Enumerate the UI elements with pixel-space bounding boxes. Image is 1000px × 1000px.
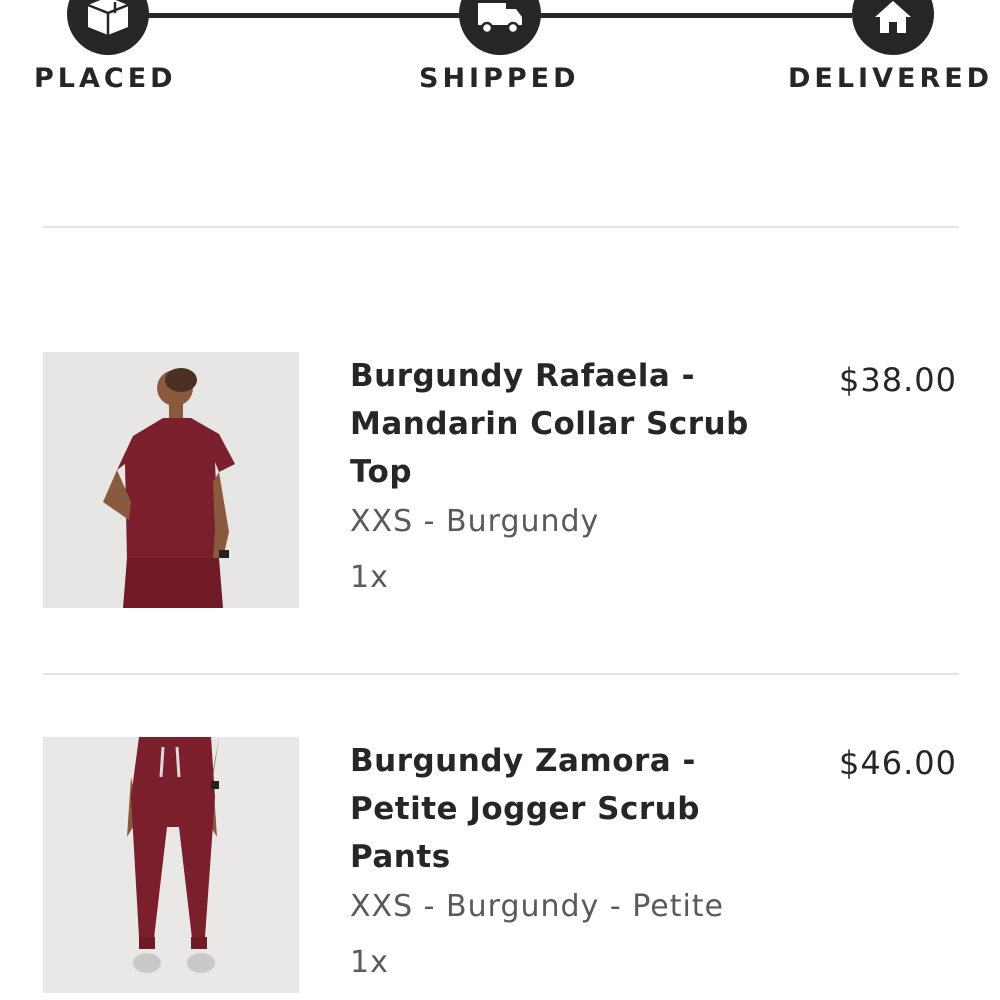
box-icon <box>87 0 129 35</box>
step-shipped <box>459 0 541 55</box>
item-name[interactable]: Burgundy Rafaela - Mandarin Collar Scrub… <box>350 352 810 496</box>
section-divider <box>43 673 959 675</box>
step-delivered <box>852 0 934 55</box>
product-photo-scrub-pants <box>43 737 299 993</box>
step-placed <box>67 0 149 55</box>
order-status-tracker: PLACED SHIPPED DELIVERED <box>0 0 1000 110</box>
item-price: $46.00 <box>839 744 957 782</box>
item-quantity: 1x <box>350 560 389 595</box>
step-label-shipped: SHIPPED <box>419 63 580 94</box>
item-details: Burgundy Zamora - Petite Jogger Scrub Pa… <box>350 737 810 985</box>
product-image[interactable] <box>43 352 299 608</box>
progress-line-shipped-delivered <box>540 13 852 18</box>
section-divider <box>43 226 959 228</box>
item-details: Burgundy Rafaela - Mandarin Collar Scrub… <box>350 352 810 600</box>
item-variant: XXS - Burgundy - Petite <box>350 889 725 924</box>
item-quantity: 1x <box>350 945 389 980</box>
home-icon <box>875 1 911 33</box>
step-label-placed: PLACED <box>34 63 177 94</box>
item-price: $38.00 <box>839 361 957 399</box>
product-photo-scrub-top <box>43 352 299 608</box>
step-label-delivered: DELIVERED <box>788 63 994 94</box>
product-image[interactable] <box>43 737 299 993</box>
item-name[interactable]: Burgundy Zamora - Petite Jogger Scrub Pa… <box>350 737 810 881</box>
truck-icon <box>478 3 522 35</box>
progress-line-placed-shipped <box>148 13 460 18</box>
item-variant: XXS - Burgundy <box>350 504 600 539</box>
